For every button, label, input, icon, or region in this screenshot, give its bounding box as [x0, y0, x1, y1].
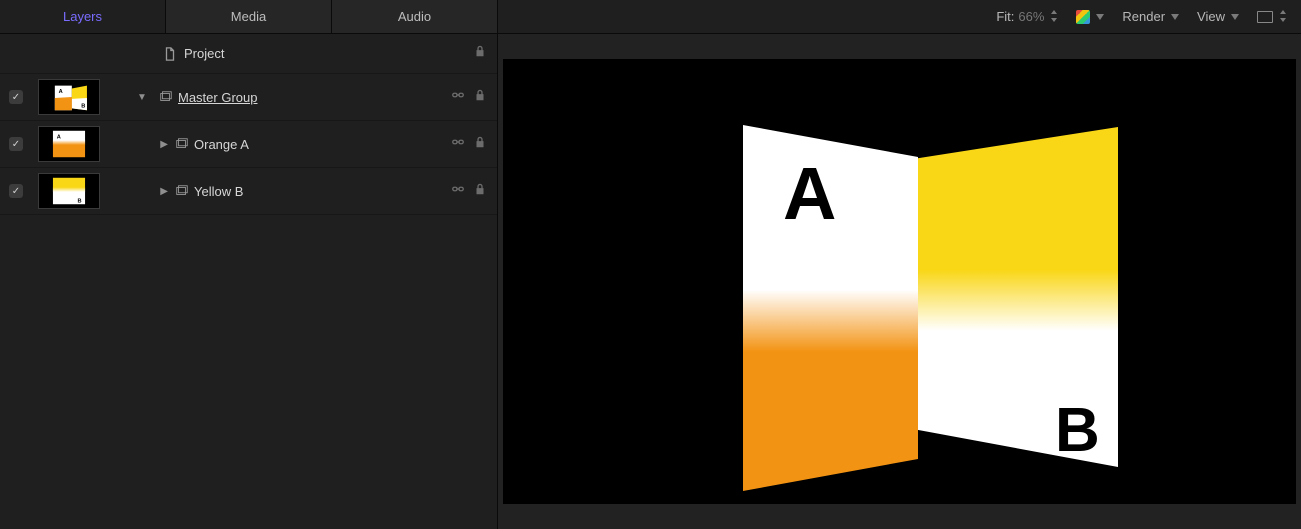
color-swatch-icon [1076, 10, 1090, 24]
project-actions [473, 44, 487, 63]
svg-text:B: B [81, 103, 85, 109]
stepper-icon [1050, 10, 1058, 24]
letter-b: B [1055, 396, 1100, 465]
tab-label: Layers [63, 9, 102, 24]
zoom-fit-dropdown[interactable]: Fit: 66% [996, 9, 1058, 24]
disclosure-triangle[interactable]: ▶ [128, 139, 172, 150]
tab-label: Media [231, 9, 266, 24]
canvas-stage: A B [503, 59, 1296, 504]
sidebar-tabs: Layers Media Audio [0, 0, 497, 34]
thumbnail[interactable]: A B [32, 79, 128, 115]
thumbnail[interactable]: A [32, 126, 128, 162]
layer-row-master-group[interactable]: ✓ A B [0, 74, 497, 121]
svg-text:A: A [59, 89, 63, 95]
disclosure-triangle[interactable]: ▶ [128, 186, 172, 197]
layer-label[interactable]: Master Group [176, 90, 451, 105]
canvas-toolbar: Fit: 66% Render View [498, 0, 1301, 34]
disclosure-triangle[interactable]: ▼ [128, 92, 156, 103]
tab-label: Audio [398, 9, 431, 24]
fit-value-label: 66% [1018, 9, 1044, 24]
viewport-layout-icon [1257, 11, 1273, 23]
tab-audio[interactable]: Audio [332, 0, 497, 33]
layer-actions [451, 182, 487, 201]
chevron-down-icon [1096, 12, 1104, 22]
lock-icon[interactable] [473, 44, 487, 63]
chevron-down-icon [1231, 12, 1239, 22]
project-row[interactable]: Project [0, 34, 497, 74]
svg-text:B: B [78, 198, 82, 204]
visibility-checkbox[interactable]: ✓ [0, 90, 32, 104]
layer-actions [451, 135, 487, 154]
link-icon[interactable] [451, 135, 465, 154]
viewport-layout-dropdown[interactable] [1257, 10, 1287, 24]
document-icon [160, 47, 180, 61]
layers-sidebar: Layers Media Audio Project [0, 0, 498, 529]
lock-icon[interactable] [473, 88, 487, 107]
viewport[interactable]: A B [498, 34, 1301, 529]
layer-label[interactable]: Orange A [192, 137, 451, 152]
tab-layers[interactable]: Layers [0, 0, 166, 33]
layers-stack-icon [156, 90, 176, 104]
layer-actions [451, 88, 487, 107]
project-label: Project [180, 46, 473, 61]
chevron-down-icon [1171, 12, 1179, 22]
app-root: Layers Media Audio Project [0, 0, 1301, 529]
visibility-checkbox[interactable]: ✓ [0, 184, 32, 198]
canvas-content: A B [503, 59, 1296, 504]
layers-list: Project ✓ [0, 34, 497, 529]
viewport-inner: A B [503, 59, 1296, 504]
letter-a: A [783, 152, 836, 235]
tab-media[interactable]: Media [166, 0, 332, 33]
visibility-checkbox[interactable]: ✓ [0, 137, 32, 151]
stepper-icon [1279, 10, 1287, 24]
layers-stack-icon [172, 184, 192, 198]
link-icon[interactable] [451, 88, 465, 107]
canvas-area: Fit: 66% Render View [498, 0, 1301, 529]
layer-row-orange-a[interactable]: ✓ A ▶ [0, 121, 497, 168]
thumbnail[interactable]: B [32, 173, 128, 209]
layer-label[interactable]: Yellow B [192, 184, 451, 199]
render-label: Render [1122, 9, 1165, 24]
view-dropdown[interactable]: View [1197, 9, 1239, 24]
layer-row-yellow-b[interactable]: ✓ B ▶ [0, 168, 497, 215]
view-label: View [1197, 9, 1225, 24]
svg-text:A: A [57, 134, 61, 140]
color-channel-dropdown[interactable] [1076, 10, 1104, 24]
link-icon[interactable] [451, 182, 465, 201]
lock-icon[interactable] [473, 135, 487, 154]
fit-label: Fit: [996, 9, 1014, 24]
lock-icon[interactable] [473, 182, 487, 201]
render-dropdown[interactable]: Render [1122, 9, 1179, 24]
layers-stack-icon [172, 137, 192, 151]
